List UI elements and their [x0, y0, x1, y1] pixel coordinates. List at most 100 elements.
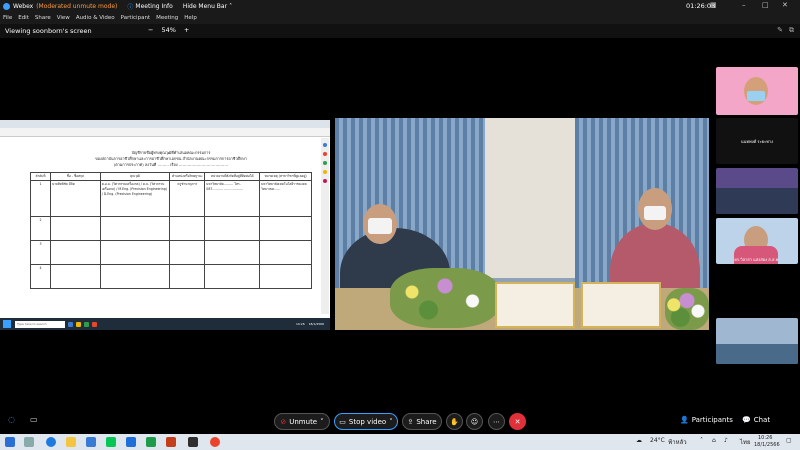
table-header: ชื่อ - ชื่อสกุล: [49, 172, 101, 181]
table-cell: [204, 240, 261, 265]
weather-icon[interactable]: ☁: [636, 437, 642, 444]
participant-tile[interactable]: [716, 67, 798, 115]
minimize-icon[interactable]: –: [742, 1, 746, 9]
chevron-down-icon: ˅: [389, 417, 393, 426]
powerpoint-icon[interactable]: [166, 437, 176, 447]
menu-audio-video[interactable]: Audio & Video: [76, 15, 115, 21]
table-header: หมายเหตุ (สาขาวิชาที่ดูแลอยู่): [259, 172, 312, 181]
table-cell: [49, 216, 101, 241]
app-title: Webex (Moderated unmute mode): [0, 2, 117, 10]
taskbar-date: 18/1/2566: [754, 442, 780, 448]
table-cell: ค.อ.ม. (วิศวกรรมเครื่องกล) / ค.บ. (วิศวก…: [99, 180, 171, 217]
captions-icon[interactable]: ▭: [30, 415, 38, 424]
side-app-icon[interactable]: [322, 179, 327, 183]
menu-edit[interactable]: Edit: [18, 15, 29, 21]
menu-file[interactable]: File: [3, 15, 12, 21]
chat-icon: 💬: [742, 416, 751, 424]
browser-address-bar: [0, 128, 330, 137]
participants-button[interactable]: 👤 Participants: [680, 416, 733, 424]
table-cell: 3: [30, 240, 51, 265]
table-row: 3: [30, 240, 312, 265]
person-icon: 👤: [680, 416, 689, 424]
windows-start-icon[interactable]: [5, 437, 15, 447]
word-icon[interactable]: [126, 437, 136, 447]
table-cell: [49, 264, 101, 289]
menu-meeting[interactable]: Meeting: [156, 15, 178, 21]
table-cell: 1: [30, 180, 51, 217]
table-header-row: ลำดับที่ ชื่อ - ชื่อสกุล คุณวุฒิ ตำแหน่ง…: [30, 172, 312, 181]
participant-tile[interactable]: [716, 268, 798, 314]
file-explorer-icon[interactable]: [66, 437, 76, 447]
table-row: 1 นายสิทธิชัย มีจิต ค.อ.ม. (วิศวกรรมเครื…: [30, 180, 312, 217]
participant-tile[interactable]: [716, 318, 798, 364]
browser-side-icons: [321, 138, 328, 188]
webex-taskbar-icon[interactable]: [188, 437, 198, 447]
shared-screen: บัญชีรายชื่อผู้ทรงคุณวุฒิที่คำเสนอคณะกรร…: [0, 120, 330, 330]
more-options-button[interactable]: ⋯: [488, 413, 505, 430]
menu-help[interactable]: Help: [184, 15, 197, 21]
table-cell: [259, 264, 312, 289]
side-app-icon[interactable]: [322, 152, 327, 156]
mic-muted-icon: ⊘: [280, 417, 287, 426]
meeting-info-label: Meeting Info: [135, 2, 173, 10]
menu-view[interactable]: View: [57, 15, 70, 21]
info-icon: ⓘ: [127, 3, 134, 11]
side-app-icon[interactable]: [322, 143, 327, 147]
annotate-icon[interactable]: ✎: [777, 26, 783, 35]
table-cell: [259, 216, 312, 241]
menu-share[interactable]: Share: [35, 15, 51, 21]
grid-icon[interactable]: ▦: [710, 1, 717, 9]
stop-video-button[interactable]: ▭ Stop video ˅: [334, 413, 398, 430]
menu-participant[interactable]: Participant: [121, 15, 150, 21]
input-language[interactable]: ไทย: [740, 437, 751, 447]
stop-video-label: Stop video: [348, 417, 387, 426]
tray-chevron-icon[interactable]: ˄: [700, 437, 703, 444]
wall: [485, 118, 575, 278]
table-cell: [169, 264, 206, 289]
chrome-icon[interactable]: [210, 437, 220, 447]
maximize-icon[interactable]: □: [762, 1, 769, 9]
reactions-button[interactable]: ☺: [466, 413, 483, 430]
table-row: 2: [30, 216, 312, 241]
zoom-controls: − 54% +: [148, 26, 189, 34]
participants-label: Participants: [691, 416, 733, 424]
hide-menu-label: Hide Menu Bar: [182, 2, 228, 10]
chat-button[interactable]: 💬 Chat: [742, 416, 770, 424]
share-icon: ⇪: [407, 417, 414, 426]
zoom-out-button[interactable]: −: [148, 26, 153, 34]
table-header: หน่วยงานที่สังกัดที่อยู่ที่ติดต่อได้: [204, 172, 261, 181]
weather-desc: ฟ้าหลัว: [668, 439, 687, 446]
table-cell: [169, 240, 206, 265]
network-icon[interactable]: ⌂: [712, 437, 716, 444]
table-cell: [99, 264, 171, 289]
excel-icon[interactable]: [146, 437, 156, 447]
edge-icon[interactable]: [46, 437, 56, 447]
participant-mask: [747, 91, 765, 101]
participant-tile[interactable]: นนทพงศ์ ระยะทาง: [716, 118, 798, 164]
chevron-up-icon: ˄: [229, 2, 233, 10]
share-viewer-bar: Viewing soonborn's screen − 54% + ✎ ⧉: [0, 24, 800, 38]
zoom-in-button[interactable]: +: [184, 26, 189, 34]
store-icon[interactable]: [86, 437, 96, 447]
leave-meeting-button[interactable]: ✕: [509, 413, 526, 430]
notifications-icon[interactable]: ▢: [786, 437, 792, 444]
webex-assistant-icon[interactable]: ◌: [8, 415, 15, 424]
participant-tile[interactable]: [716, 168, 798, 214]
unmute-button[interactable]: ⊘ Unmute ˅: [274, 413, 330, 430]
raise-hand-button[interactable]: ✋: [446, 413, 463, 430]
meeting-info-button[interactable]: ⓘ Meeting Info: [127, 2, 172, 11]
table-cell: มหาวิทยาลัย……… โทร. 087-……… ………………: [204, 180, 261, 217]
search-icon[interactable]: [24, 437, 34, 447]
side-app-icon[interactable]: [322, 161, 327, 165]
share-button[interactable]: ⇪ Share: [402, 413, 442, 430]
close-icon[interactable]: ✕: [782, 1, 788, 9]
hide-menu-bar-button[interactable]: Hide Menu Bar ˄: [183, 3, 232, 10]
share-tools: ✎ ⧉: [777, 26, 794, 35]
popout-icon[interactable]: ⧉: [789, 26, 794, 35]
person-right-mask: [644, 206, 666, 220]
line-icon[interactable]: [106, 437, 116, 447]
participant-tile[interactable]: ดร.วิลาสา แสงส่อง ส.ส.ค.: [716, 218, 798, 264]
menu-bar: File Edit Share View Audio & Video Parti…: [0, 12, 800, 24]
volume-icon[interactable]: ♪: [724, 437, 728, 444]
side-app-icon[interactable]: [322, 170, 327, 174]
